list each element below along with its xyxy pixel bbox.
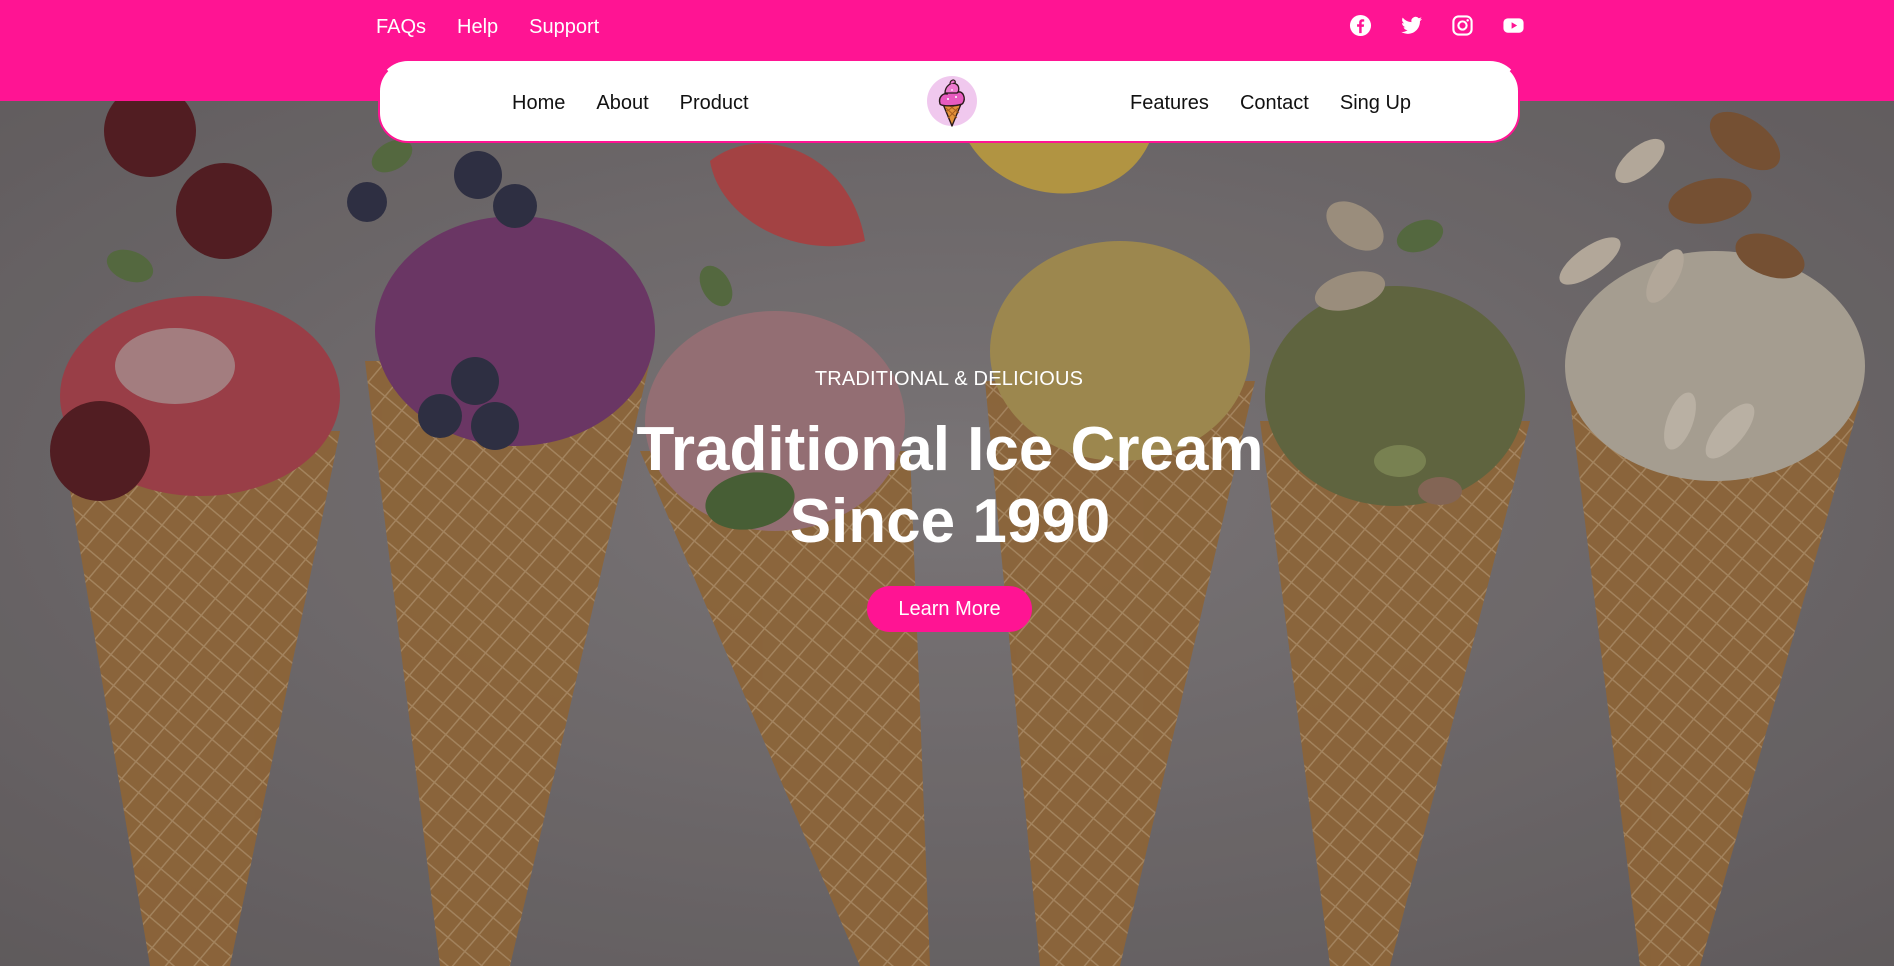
ice-cream-logo-icon[interactable] (926, 73, 978, 129)
faqs-link[interactable]: FAQs (376, 15, 426, 39)
nav-product[interactable]: Product (680, 91, 749, 115)
support-link[interactable]: Support (529, 15, 599, 39)
main-navbar: Home About Product Features Contact Sing… (378, 61, 1520, 143)
nav-left-menu: Home About Product (512, 91, 749, 115)
nav-about[interactable]: About (596, 91, 648, 115)
hero-section: TRADITIONAL & DELICIOUS Traditional Ice … (0, 101, 1894, 966)
nav-signup[interactable]: Sing Up (1340, 91, 1411, 115)
help-link[interactable]: Help (457, 15, 498, 39)
learn-more-button[interactable]: Learn More (867, 586, 1032, 632)
nav-features[interactable]: Features (1130, 91, 1209, 115)
nav-right-menu: Features Contact Sing Up (1130, 91, 1411, 115)
nav-contact[interactable]: Contact (1240, 91, 1309, 115)
instagram-icon[interactable] (1451, 14, 1474, 37)
hero-title-line1: Traditional Ice Cream (636, 415, 1264, 484)
facebook-icon[interactable] (1349, 14, 1372, 37)
social-links (1349, 14, 1525, 37)
youtube-icon[interactable] (1502, 14, 1525, 37)
hero-title-line2: Since 1990 (789, 487, 1111, 556)
hero-title: Traditional Ice Cream Since 1990 (0, 414, 1894, 558)
twitter-icon[interactable] (1400, 14, 1423, 37)
hero-content: TRADITIONAL & DELICIOUS Traditional Ice … (0, 101, 1894, 966)
utility-links: FAQs Help Support (376, 15, 599, 39)
nav-home[interactable]: Home (512, 91, 565, 115)
hero-eyebrow: TRADITIONAL & DELICIOUS (814, 368, 1084, 390)
